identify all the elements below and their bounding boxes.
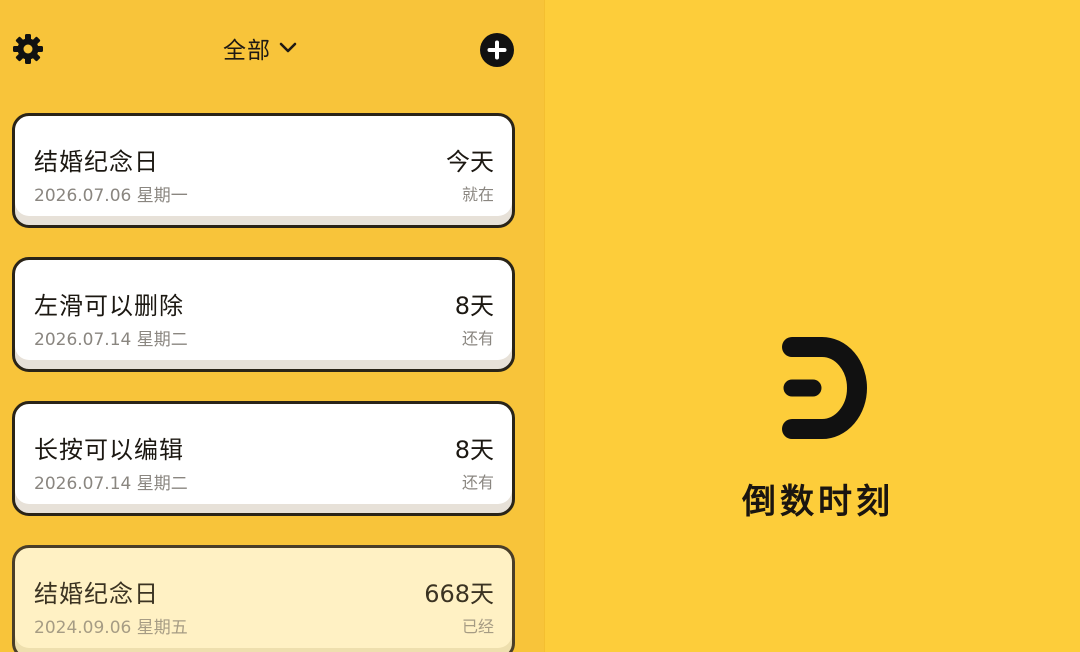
- event-card[interactable]: 长按可以编辑 2026.07.14 星期二 8天 还有: [12, 401, 515, 516]
- gear-icon: [13, 34, 43, 64]
- event-day-count: 668天: [424, 580, 494, 608]
- event-date: 2026.07.14 星期二: [34, 330, 188, 350]
- event-date: 2026.07.06 星期一: [34, 186, 188, 206]
- add-event-button[interactable]: [479, 32, 515, 68]
- event-title: 左滑可以删除: [34, 292, 184, 320]
- event-status: 已经: [461, 617, 494, 636]
- event-card-past[interactable]: 结婚纪念日 2024.09.06 星期五 668天 已经: [12, 545, 515, 652]
- event-status: 还有: [461, 329, 494, 348]
- chevron-down-icon: [279, 42, 297, 53]
- event-list-screen: 全部 结婚纪念日 2026.07.06 星期一 今天 就在 左滑可以删除 202…: [0, 0, 545, 652]
- event-day-count: 8天: [454, 292, 494, 320]
- event-title: 长按可以编辑: [34, 436, 184, 464]
- app-logo-icon: [782, 337, 867, 439]
- splash-screen: 倒数时刻: [545, 0, 1080, 652]
- category-filter-dropdown[interactable]: 全部: [200, 28, 320, 68]
- plus-circle-icon: [480, 33, 514, 67]
- event-title: 结婚纪念日: [34, 580, 159, 608]
- event-card[interactable]: 左滑可以删除 2026.07.14 星期二 8天 还有: [12, 257, 515, 372]
- settings-button[interactable]: [11, 32, 45, 66]
- event-day-count: 8天: [454, 436, 494, 464]
- event-date: 2026.07.14 星期二: [34, 474, 188, 494]
- event-status: 就在: [461, 185, 494, 204]
- event-title: 结婚纪念日: [34, 148, 159, 176]
- event-date: 2024.09.06 星期五: [34, 618, 188, 638]
- app-name: 倒数时刻: [742, 482, 894, 522]
- filter-label: 全部: [223, 38, 271, 64]
- event-status: 还有: [461, 473, 494, 492]
- event-day-count: 今天: [446, 148, 494, 176]
- event-card[interactable]: 结婚纪念日 2026.07.06 星期一 今天 就在: [12, 113, 515, 228]
